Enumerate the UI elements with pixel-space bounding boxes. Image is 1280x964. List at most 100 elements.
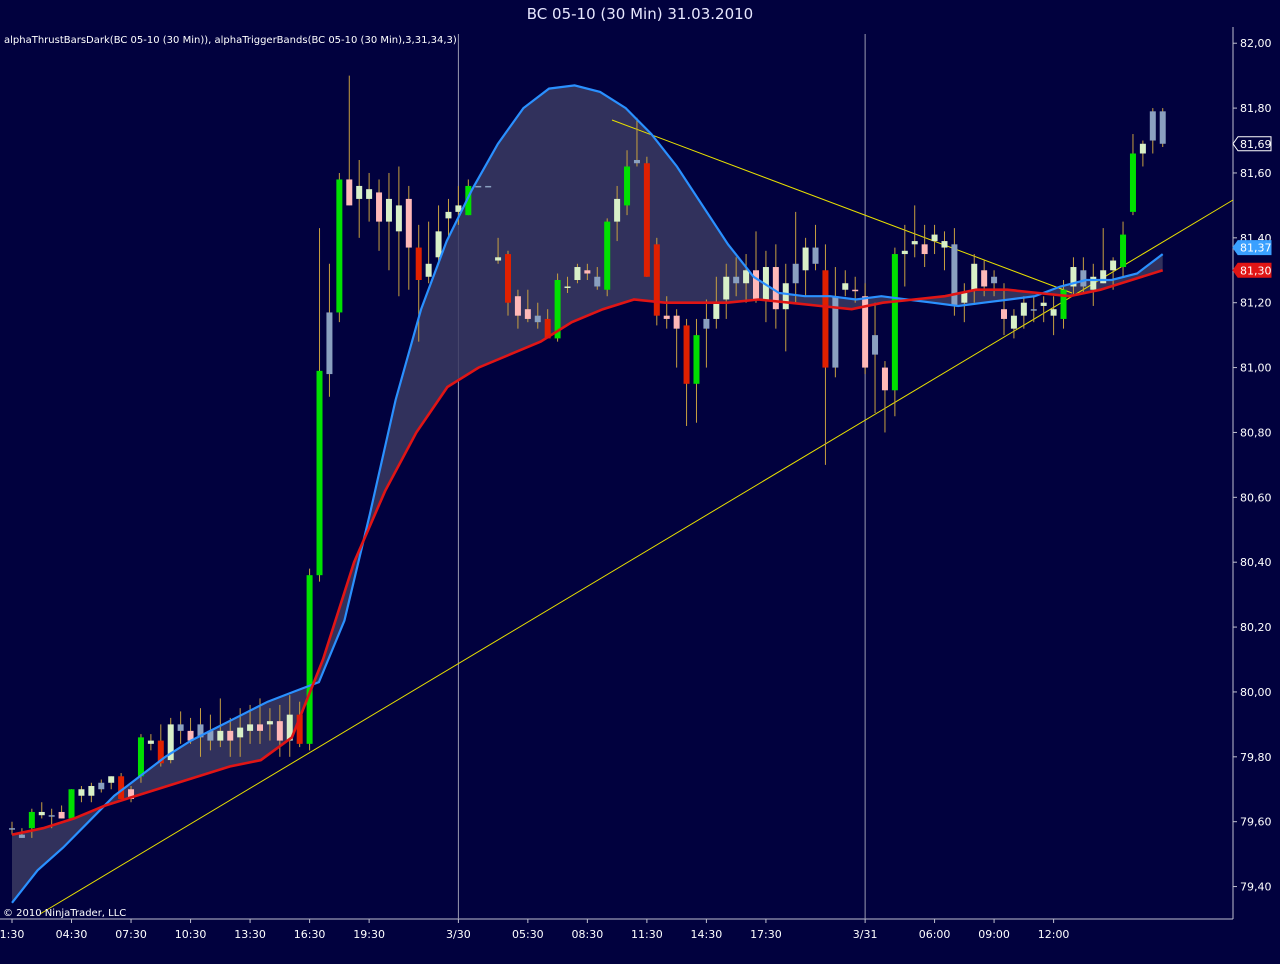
candle-body (872, 335, 879, 355)
candle-body (981, 270, 988, 287)
time-tick-label: 04:30 (56, 928, 88, 941)
candle-body (633, 159, 640, 164)
candle-body (971, 263, 978, 290)
candle-body (237, 727, 244, 738)
candle-body (346, 179, 353, 206)
candle-body (1020, 302, 1027, 316)
time-tick-label: 1:30 (0, 928, 24, 941)
candle-body (534, 315, 541, 323)
price-tick-label: 82,00 (1240, 37, 1272, 50)
candle-body (38, 811, 45, 816)
candle-body (911, 241, 918, 245)
price-tick-label: 81,00 (1240, 362, 1272, 375)
candle-body (1110, 260, 1117, 271)
candle-body (743, 270, 750, 284)
candle-body (276, 721, 283, 741)
candle-body (852, 289, 859, 292)
price-tick-label: 81,60 (1240, 167, 1272, 180)
candle-body (723, 276, 730, 300)
candle-body (1139, 143, 1146, 154)
price-tag-label: 81,30 (1240, 264, 1272, 277)
time-tick-label: 06:00 (919, 928, 951, 941)
price-tick-label: 81,80 (1240, 102, 1272, 115)
candle-body (792, 263, 799, 284)
candle-body (1129, 153, 1136, 212)
candle-body (574, 267, 581, 281)
time-tick-label: 10:30 (175, 928, 207, 941)
time-tick-label: 19:30 (353, 928, 385, 941)
candle-body (326, 312, 333, 375)
candle-body (514, 296, 521, 316)
candle-body (78, 789, 85, 796)
price-tick-label: 79,60 (1240, 816, 1272, 829)
candle-body (673, 315, 680, 329)
time-tick-label: 12:00 (1038, 928, 1070, 941)
candle-body (931, 234, 938, 242)
candle-body (772, 267, 779, 310)
candle-body (891, 254, 898, 391)
candle-body (624, 166, 631, 206)
candle-body (1120, 234, 1127, 268)
price-tick-label: 80,20 (1240, 621, 1272, 634)
candle-body (425, 263, 432, 277)
candle-body (316, 370, 323, 576)
candle-body (1030, 309, 1037, 311)
indicator-label: alphaThrustBarsDark(BC 05-10 (30 Min)), … (4, 35, 457, 46)
candle-body (1090, 276, 1097, 290)
candle-body (48, 815, 55, 817)
candle-body (9, 828, 15, 830)
candle-body (28, 811, 35, 829)
candle-body (405, 198, 412, 248)
time-tick-label: 09:00 (978, 928, 1010, 941)
candle-body (475, 185, 482, 188)
candle-body (395, 205, 402, 232)
candle-body (98, 782, 105, 790)
price-tick-label: 80,00 (1240, 686, 1272, 699)
candle-body (881, 367, 888, 391)
candle-body (951, 244, 958, 306)
candle-body (1040, 302, 1047, 306)
candle-body (376, 192, 383, 222)
candle-body (217, 730, 224, 741)
candle-body (336, 179, 343, 313)
candle-body (812, 247, 819, 264)
candle-body (991, 276, 998, 284)
chart-window: BC 05-10 (30 Min) 31.03.2010 alphaThrust… (0, 0, 1280, 964)
candle-body (753, 270, 759, 300)
price-tick-label: 80,60 (1240, 491, 1272, 504)
candle-body (445, 211, 452, 219)
candle-body (614, 198, 621, 222)
candle-body (703, 318, 710, 329)
price-tick-label: 79,40 (1240, 881, 1272, 894)
candle-body (802, 247, 809, 271)
candle-body (564, 286, 571, 288)
candle-body (495, 257, 502, 261)
price-tag-label: 81,37 (1240, 242, 1272, 255)
candle-body (147, 740, 154, 744)
candle-body (683, 325, 690, 384)
candle-body (306, 575, 313, 744)
time-tick-label: 13:30 (234, 928, 266, 941)
candle-body (415, 247, 422, 281)
candle-body (604, 221, 611, 290)
price-chart[interactable]: alphaThrustBarsDark(BC 05-10 (30 Min)), … (0, 27, 1280, 964)
window-title: BC 05-10 (30 Min) 31.03.2010 (0, 0, 1280, 27)
time-tick-label: 11:30 (631, 928, 663, 941)
candle-body (663, 315, 670, 319)
time-tick-label: 3/30 (446, 928, 471, 941)
candle-body (842, 283, 849, 290)
candle-body (1050, 309, 1057, 316)
candle-body (18, 834, 25, 838)
candle-body (137, 737, 144, 777)
candle-body (693, 335, 700, 384)
candle-body (961, 292, 968, 303)
price-tick-label: 79,80 (1240, 751, 1272, 764)
candle-body (1100, 270, 1107, 284)
candle-body (782, 283, 789, 310)
candle-body (108, 776, 115, 783)
candle-body (177, 724, 184, 731)
price-tick-label: 80,80 (1240, 426, 1272, 439)
candle-body (68, 789, 75, 819)
candle-body (1159, 111, 1166, 144)
candle-body (385, 198, 392, 222)
